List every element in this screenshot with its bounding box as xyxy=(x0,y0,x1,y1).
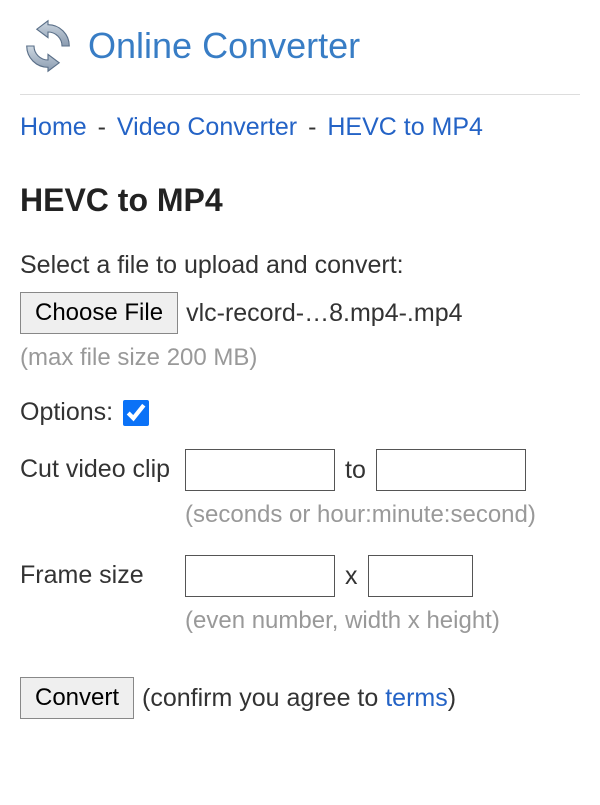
breadcrumb-home[interactable]: Home xyxy=(20,113,87,141)
convert-button[interactable]: Convert xyxy=(20,677,134,719)
confirm-suffix: ) xyxy=(448,684,456,712)
cut-to-input[interactable] xyxy=(376,449,526,491)
site-header: Online Converter xyxy=(20,10,580,95)
breadcrumb: Home - Video Converter - HEVC to MP4 xyxy=(20,95,580,160)
page-title: HEVC to MP4 xyxy=(20,182,580,219)
file-instruction: Select a file to upload and convert: xyxy=(20,251,580,280)
cut-video-label: Cut video clip xyxy=(20,449,185,484)
cut-hint: (seconds or hour:minute:second) xyxy=(185,501,580,529)
frame-size-label: Frame size xyxy=(20,555,185,590)
file-picker-row: Choose File vlc-record-…8.mp4-.mp4 xyxy=(20,292,580,334)
options-grid: Cut video clip to (seconds or hour:minut… xyxy=(20,449,580,651)
breadcrumb-separator: - xyxy=(98,113,106,141)
frame-hint: (even number, width x height) xyxy=(185,607,580,635)
confirm-text: (confirm you agree to terms) xyxy=(142,684,456,713)
selected-file-name: vlc-record-…8.mp4-.mp4 xyxy=(186,299,462,328)
brand-name[interactable]: Online Converter xyxy=(88,25,360,67)
breadcrumb-hevc-to-mp4[interactable]: HEVC to MP4 xyxy=(327,113,483,141)
cut-to-text: to xyxy=(345,456,366,485)
terms-link[interactable]: terms xyxy=(385,684,448,712)
frame-width-input[interactable] xyxy=(185,555,335,597)
confirm-prefix: (confirm you agree to xyxy=(142,684,385,712)
options-checkbox[interactable] xyxy=(123,400,149,426)
choose-file-button[interactable]: Choose File xyxy=(20,292,178,334)
refresh-icon xyxy=(20,18,76,74)
breadcrumb-video-converter[interactable]: Video Converter xyxy=(117,113,297,141)
convert-row: Convert (confirm you agree to terms) xyxy=(20,677,580,719)
cut-from-input[interactable] xyxy=(185,449,335,491)
max-file-size-hint: (max file size 200 MB) xyxy=(20,344,580,372)
breadcrumb-separator: - xyxy=(308,113,316,141)
options-row: Options: xyxy=(20,398,580,427)
frame-x-text: x xyxy=(345,562,358,591)
frame-height-input[interactable] xyxy=(368,555,473,597)
options-label: Options: xyxy=(20,398,113,427)
